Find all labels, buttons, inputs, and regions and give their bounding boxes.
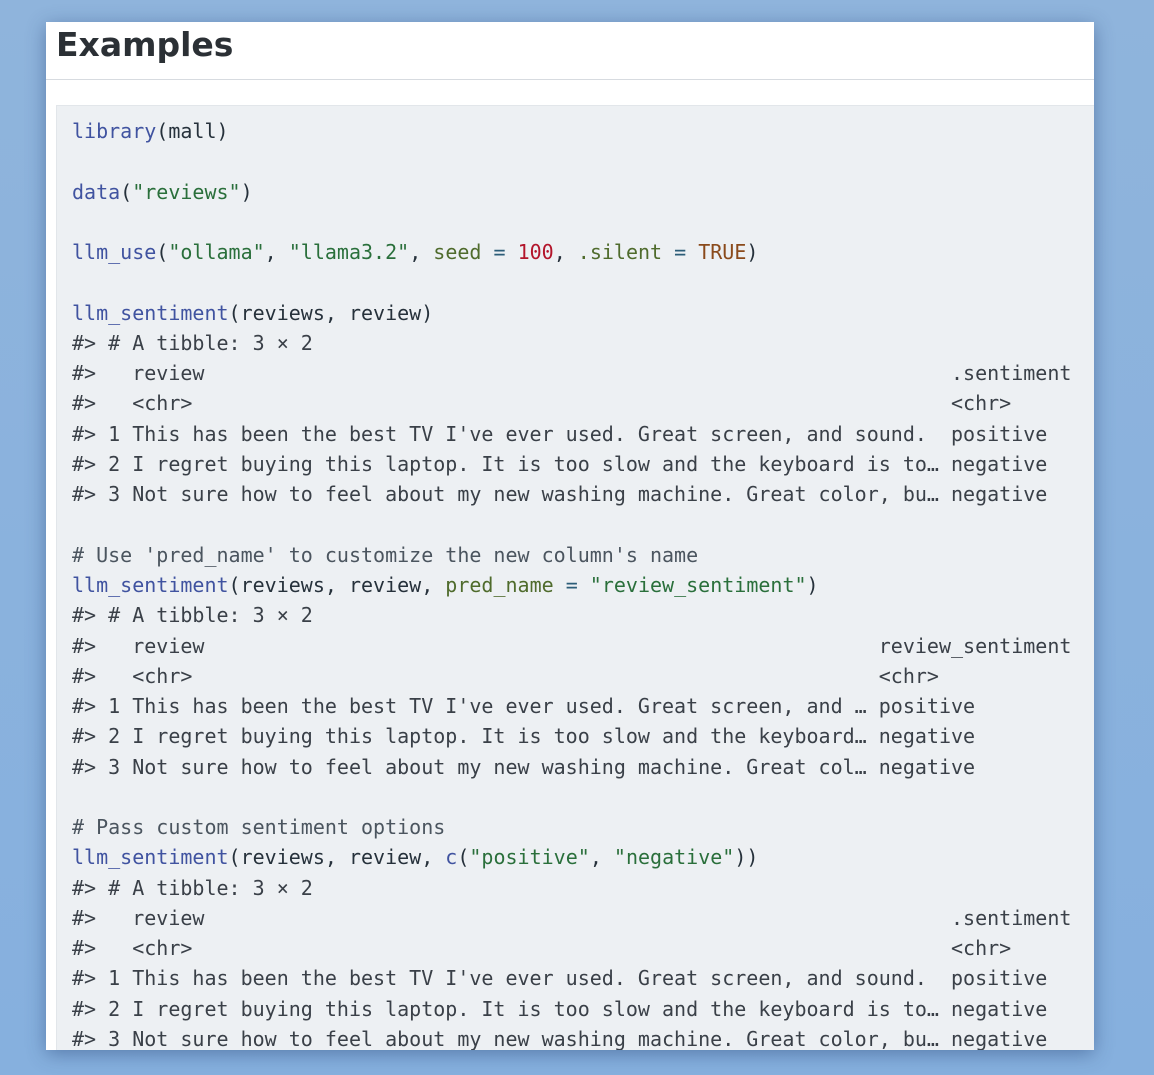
- code-line: #> 2 I regret buying this laptop. It is …: [72, 721, 1071, 751]
- code-token: (reviews, review): [228, 300, 434, 325]
- code-line: llm_sentiment(reviews, review, c("positi…: [72, 842, 1071, 872]
- code-token: ): [240, 179, 253, 204]
- code-line: llm_sentiment(reviews, review): [72, 298, 1071, 328]
- code-line: #> 3 Not sure how to feel about my new w…: [72, 752, 1071, 782]
- code-token: #> # A tibble: 3 × 2: [72, 330, 313, 355]
- code-token: #> review .sentiment: [72, 905, 1072, 930]
- code-token: llm_sentiment: [72, 300, 229, 325]
- code-token: #> 3 Not sure how to feel about my new w…: [72, 1026, 1048, 1050]
- code-token: #> # A tibble: 3 × 2: [72, 875, 313, 900]
- code-token: ,: [409, 240, 434, 265]
- code-token: ): [746, 240, 759, 265]
- code-token: #> 1 This has been the best TV I've ever…: [72, 421, 1048, 446]
- code-token: (reviews, review,: [228, 572, 446, 597]
- code-token: # Pass custom sentiment options: [72, 815, 446, 840]
- code-line: llm_use("ollama", "llama3.2", seed = 100…: [72, 237, 1071, 267]
- code-line: #> 1 This has been the best TV I've ever…: [72, 691, 1071, 721]
- code-token: #> 3 Not sure how to feel about my new w…: [72, 754, 976, 779]
- code-token: "reviews": [132, 179, 241, 204]
- code-token: 100: [517, 240, 554, 265]
- code-token: seed: [433, 240, 482, 265]
- code-token: # Use 'pred_name' to customize the new c…: [72, 542, 699, 567]
- code-line: #> # A tibble: 3 × 2: [72, 873, 1071, 903]
- code-token: "ollama": [168, 240, 265, 265]
- code-line: library(mall): [72, 116, 1071, 146]
- code-token: ): [806, 572, 819, 597]
- code-line: data("reviews"): [72, 177, 1071, 207]
- code-line: llm_sentiment(reviews, review, pred_name…: [72, 570, 1071, 600]
- code-token: TRUE: [698, 240, 747, 265]
- page-title: Examples: [56, 25, 234, 64]
- code-line: #> <chr> <chr>: [72, 661, 1071, 691]
- code-line: #> # A tibble: 3 × 2: [72, 600, 1071, 630]
- code-token: c: [445, 845, 458, 870]
- code-token: #> 2 I regret buying this laptop. It is …: [72, 451, 1048, 476]
- code-token: =: [662, 240, 699, 265]
- code-token: #> <chr> <chr>: [72, 936, 1012, 961]
- code-token: =: [481, 240, 518, 265]
- code-token: #> review review_sentiment: [72, 633, 1072, 658]
- code-token: llm_use: [72, 240, 157, 265]
- code-token: "review_sentiment": [589, 572, 807, 597]
- code-line: #> 3 Not sure how to feel about my new w…: [72, 1024, 1071, 1050]
- code-line: #> review .sentiment: [72, 358, 1071, 388]
- code-line: #> # A tibble: 3 × 2: [72, 328, 1071, 358]
- code-token: (mall): [156, 119, 229, 143]
- code-token: ,: [264, 240, 289, 265]
- code-token: (reviews, review,: [228, 845, 446, 870]
- code-token: "negative": [613, 845, 735, 870]
- code-token: library: [72, 119, 157, 143]
- code-token: #> 3 Not sure how to feel about my new w…: [72, 482, 1048, 507]
- code-line: #> 2 I regret buying this laptop. It is …: [72, 449, 1071, 479]
- code-line: # Pass custom sentiment options: [72, 812, 1071, 842]
- code-token: #> review .sentiment: [72, 361, 1072, 386]
- code-token: #> 1 This has been the best TV I've ever…: [72, 966, 1048, 991]
- code-block[interactable]: library(mall) data("reviews") llm_use("o…: [56, 105, 1094, 1050]
- code-line: #> 2 I regret buying this laptop. It is …: [72, 994, 1071, 1024]
- code-line: #> 3 Not sure how to feel about my new w…: [72, 479, 1071, 509]
- code-token: llm_sentiment: [72, 572, 229, 597]
- heading-divider: [46, 79, 1094, 80]
- code-line: #> <chr> <chr>: [72, 388, 1071, 418]
- code-token: )): [734, 845, 759, 870]
- code-token: data: [72, 179, 121, 204]
- code-token: (: [120, 179, 133, 204]
- code-line: #> <chr> <chr>: [72, 933, 1071, 963]
- code-line: # Use 'pred_name' to customize the new c…: [72, 540, 1071, 570]
- code-token: ,: [553, 240, 578, 265]
- code-lines: library(mall) data("reviews") llm_use("o…: [72, 116, 1071, 1050]
- code-token: (: [457, 845, 470, 870]
- code-token: pred_name: [445, 572, 554, 597]
- code-token: llm_sentiment: [72, 845, 229, 870]
- code-token: #> # A tibble: 3 × 2: [72, 603, 313, 628]
- code-token: =: [553, 572, 590, 597]
- code-token: #> 2 I regret buying this laptop. It is …: [72, 724, 976, 749]
- code-token: ,: [589, 845, 614, 870]
- code-token: .silent: [577, 240, 663, 265]
- code-line: #> 1 This has been the best TV I've ever…: [72, 963, 1071, 993]
- code-token: "positive": [469, 845, 590, 870]
- code-token: #> 1 This has been the best TV I've ever…: [72, 694, 976, 719]
- code-line: #> 1 This has been the best TV I've ever…: [72, 419, 1071, 449]
- code-token: "llama3.2": [288, 240, 410, 265]
- code-token: (: [156, 240, 169, 265]
- code-token: #> <chr> <chr>: [72, 391, 1012, 416]
- examples-panel: Examples library(mall) data("reviews") l…: [46, 22, 1094, 1050]
- code-token: #> <chr> <chr>: [72, 663, 939, 688]
- code-line: #> review review_sentiment: [72, 631, 1071, 661]
- code-token: #> 2 I regret buying this laptop. It is …: [72, 996, 1048, 1021]
- code-line: #> review .sentiment: [72, 903, 1071, 933]
